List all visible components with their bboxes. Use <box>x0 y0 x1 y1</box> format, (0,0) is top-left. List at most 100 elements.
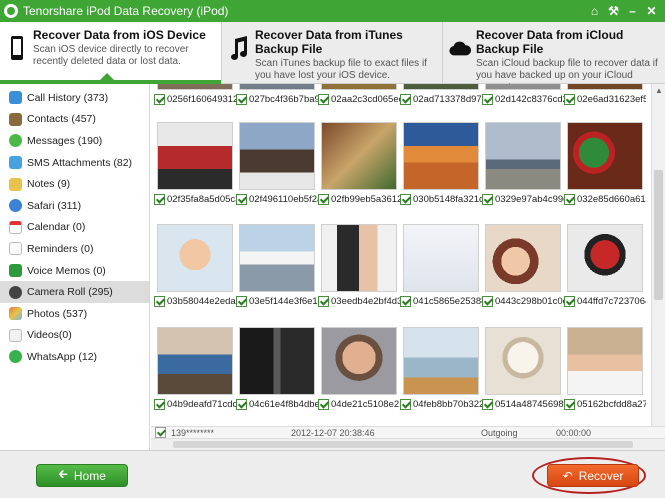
photo-tile[interactable]: 030b5148fa321d1 <box>400 122 482 205</box>
calendar-icon <box>9 220 22 234</box>
photo-thumbnail <box>239 327 315 395</box>
table-row[interactable]: 139******** 2012-12-07 20:38:46 Outgoing… <box>151 426 665 438</box>
photo-checkbox[interactable] <box>154 296 165 307</box>
photo-tile[interactable]: 02f35fa8a5d05c3 <box>154 122 236 205</box>
recovery-mode-tabs: Recover Data from iOS Device Scan iOS de… <box>0 22 665 93</box>
phone-icon <box>6 28 28 68</box>
photo-tile[interactable]: 0514a48745698f9 <box>482 327 564 410</box>
photo-checkbox[interactable] <box>482 399 493 410</box>
sidebar-item-notes[interactable]: Notes (9) <box>0 173 149 195</box>
sidebar-item-whatsapp[interactable]: WhatsApp (12) <box>0 346 149 368</box>
sidebar-item-reminders[interactable]: Reminders (0) <box>0 238 149 260</box>
scrollbar-thumb[interactable] <box>654 170 663 300</box>
photo-tile[interactable]: 03b58044e2eda31 <box>154 224 236 307</box>
row-checkbox[interactable] <box>155 427 166 438</box>
mode-tab-itunes-backup[interactable]: Recover Data from iTunes Backup File Sca… <box>222 22 443 83</box>
mode-title: Recover Data from iOS Device <box>33 28 206 42</box>
minimize-icon[interactable]: – <box>623 4 642 18</box>
home-button[interactable]: 🡰 Home <box>36 464 128 487</box>
wrench-icon[interactable]: ⚒ <box>604 4 623 18</box>
photo-checkbox[interactable] <box>400 194 411 205</box>
photo-tile[interactable]: 04c61e4f8b4dbe38 <box>236 327 318 410</box>
sidebar-item-safari[interactable]: Safari (311) <box>0 195 149 217</box>
photo-checkbox[interactable] <box>564 194 575 205</box>
sidebar-item-videos[interactable]: Videos(0) <box>0 325 149 347</box>
phone-icon <box>9 91 22 105</box>
photo-checkbox[interactable] <box>318 94 329 105</box>
scroll-up-icon[interactable]: ▲ <box>655 86 663 95</box>
photo-tile[interactable]: 03e5f144e3f6e177 <box>236 224 318 307</box>
photo-tile[interactable]: 02e6ad31623ef59 <box>564 84 646 105</box>
sidebar-item-sms-attachments[interactable]: SMS Attachments (82) <box>0 152 149 174</box>
sidebar-item-voice-memos[interactable]: Voice Memos (0) <box>0 260 149 282</box>
sidebar-item-contacts[interactable]: Contacts (457) <box>0 109 149 131</box>
sidebar-item-calendar[interactable]: Calendar (0) <box>0 217 149 239</box>
photo-checkbox[interactable] <box>154 94 165 105</box>
photo-thumbnail <box>485 84 561 90</box>
camera-icon <box>9 285 22 299</box>
photo-checkbox[interactable] <box>236 399 247 410</box>
photo-thumbnail <box>567 122 643 190</box>
photo-tile[interactable]: 0329e97ab4c99e0 <box>482 122 564 205</box>
photo-thumbnail <box>239 84 315 90</box>
photo-checkbox[interactable] <box>400 296 411 307</box>
photo-tile[interactable]: 05162bcfdd8a279 <box>564 327 646 410</box>
photo-tile[interactable]: 04de21c5108e216 <box>318 327 400 410</box>
photo-tile[interactable]: 041c5865e25388a <box>400 224 482 307</box>
close-icon[interactable]: ✕ <box>642 4 661 18</box>
sidebar-item-messages[interactable]: Messages (190) <box>0 130 149 152</box>
undo-icon: ↶ <box>562 468 573 483</box>
whatsapp-icon <box>9 350 22 364</box>
home-icon[interactable]: ⌂ <box>585 4 604 18</box>
photo-checkbox[interactable] <box>564 296 575 307</box>
photo-tile[interactable]: 04b9deafd71cdc6 <box>154 327 236 410</box>
photo-checkbox[interactable] <box>154 399 165 410</box>
photo-thumbnail <box>403 122 479 190</box>
photo-checkbox[interactable] <box>482 194 493 205</box>
photo-thumbnail <box>485 122 561 190</box>
photo-tile[interactable]: 0443c298b01c0ce <box>482 224 564 307</box>
footer-bar: 🡰 Home ↶ Recover <box>0 450 665 498</box>
photo-checkbox[interactable] <box>482 94 493 105</box>
app-logo-icon <box>4 4 18 18</box>
photo-tile[interactable]: 02fb99eb5a3612e <box>318 122 400 205</box>
photo-thumbnail <box>157 84 233 90</box>
photo-checkbox[interactable] <box>400 94 411 105</box>
photo-thumbnail <box>321 327 397 395</box>
photo-checkbox[interactable] <box>236 94 247 105</box>
arrow-left-icon: 🡰 <box>58 467 68 481</box>
photo-checkbox[interactable] <box>318 399 329 410</box>
photo-tile[interactable]: 027bc4f36b7ba9a <box>236 84 318 105</box>
photo-checkbox[interactable] <box>400 399 411 410</box>
sidebar-item-camera-roll[interactable]: Camera Roll (295) <box>0 281 149 303</box>
photo-checkbox[interactable] <box>564 94 575 105</box>
photo-checkbox[interactable] <box>318 194 329 205</box>
photo-tile[interactable]: 032e85d660a61a <box>564 122 646 205</box>
photo-tile[interactable]: 02aa2c3cd065ec6 <box>318 84 400 105</box>
photo-checkbox[interactable] <box>154 194 165 205</box>
photo-thumbnail <box>321 84 397 90</box>
photo-tile[interactable]: 0256f16064931247 <box>154 84 236 105</box>
photo-thumbnail <box>403 224 479 292</box>
photo-thumbnail <box>239 122 315 190</box>
photo-tile[interactable]: 03eedb4e2bf4d37 <box>318 224 400 307</box>
sidebar-item-photos[interactable]: Photos (537) <box>0 303 149 325</box>
photo-checkbox[interactable] <box>482 296 493 307</box>
photo-checkbox[interactable] <box>236 194 247 205</box>
photo-tile[interactable]: 02d142c8376cd22 <box>482 84 564 105</box>
recover-button[interactable]: ↶ Recover <box>547 464 639 487</box>
vertical-scrollbar[interactable]: ▲ ▼ <box>651 84 665 438</box>
photo-tile[interactable]: 04feb8bb70b322b <box>400 327 482 410</box>
mode-tab-icloud-backup[interactable]: Recover Data from iCloud Backup File Sca… <box>443 22 665 93</box>
horizontal-scrollbar[interactable] <box>151 438 665 450</box>
mode-tab-ios-device[interactable]: Recover Data from iOS Device Scan iOS de… <box>0 22 222 84</box>
photo-tile[interactable]: 02f496110eb5f2a <box>236 122 318 205</box>
sidebar-item-call-history[interactable]: Call History (373) <box>0 87 149 109</box>
photo-tile[interactable]: 044ffd7c72370642 <box>564 224 646 307</box>
photo-checkbox[interactable] <box>564 399 575 410</box>
photo-checkbox[interactable] <box>318 296 329 307</box>
mode-description: Scan iOS device directly to recover rece… <box>33 44 189 67</box>
photo-checkbox[interactable] <box>236 296 247 307</box>
scrollbar-thumb[interactable] <box>173 441 633 448</box>
photo-tile[interactable]: 02ad713378d9756 <box>400 84 482 105</box>
